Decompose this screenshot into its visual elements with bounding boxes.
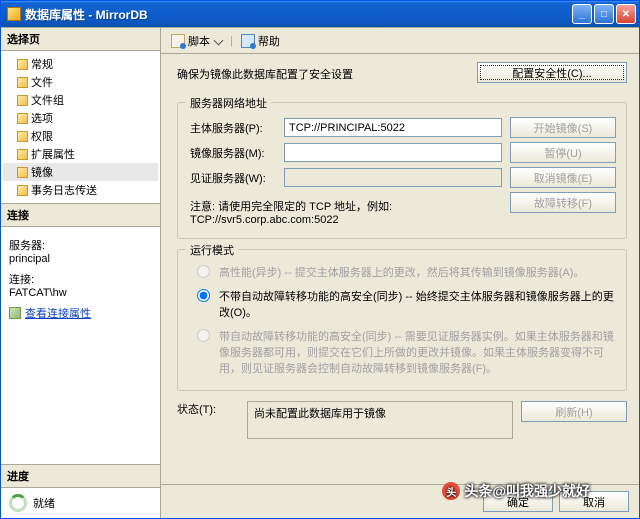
page-mirroring[interactable]: 镜像 xyxy=(3,163,158,181)
page-options[interactable]: 选项 xyxy=(3,109,158,127)
maximize-button[interactable]: □ xyxy=(594,4,614,24)
chevron-down-icon xyxy=(214,36,224,46)
watermark: 头头条@叫我强少就好 xyxy=(442,481,590,501)
content-area: 配置安全性(C)... 确保为镜像此数据库配置了安全设置 服务器网络地址 主体服… xyxy=(161,54,639,484)
titlebar[interactable]: 数据库属性 - MirrorDB _ □ ✕ xyxy=(1,1,639,27)
witness-input xyxy=(284,168,502,187)
page-files[interactable]: 文件 xyxy=(3,73,158,91)
select-page-header: 选择页 xyxy=(1,28,160,51)
app-icon xyxy=(7,7,21,21)
sidebar: 选择页 常规 文件 文件组 选项 权限 扩展属性 镜像 事务日志传送 连接 服务… xyxy=(1,28,161,518)
page-ext-props[interactable]: 扩展属性 xyxy=(3,145,158,163)
help-icon xyxy=(241,34,255,48)
address-note: 注意: 请使用完全限定的 TCP 地址，例如: TCP://svr5.corp.… xyxy=(190,198,502,226)
connection-header: 连接 xyxy=(1,204,160,227)
minimize-button[interactable]: _ xyxy=(572,4,592,24)
dialog-window: 数据库属性 - MirrorDB _ □ ✕ 选择页 常规 文件 文件组 选项 … xyxy=(0,0,640,519)
failover-button: 故障转移(F) xyxy=(510,192,616,213)
progress-ring-icon xyxy=(9,494,27,512)
server-value: principal xyxy=(9,253,152,265)
script-icon xyxy=(171,34,185,48)
principal-input[interactable] xyxy=(284,118,502,137)
page-log-shipping[interactable]: 事务日志传送 xyxy=(3,181,158,199)
connection-value: FATCAT\hw xyxy=(9,287,152,299)
principal-label: 主体服务器(P): xyxy=(190,120,276,136)
operating-mode-legend: 运行模式 xyxy=(186,242,238,258)
refresh-button: 刷新(H) xyxy=(521,401,627,422)
mirror-input[interactable] xyxy=(284,143,502,162)
page-general[interactable]: 常规 xyxy=(3,55,158,73)
connection-icon xyxy=(9,307,21,319)
status-label: 状态(T): xyxy=(177,401,239,417)
pause-button: 暂停(U) xyxy=(510,142,616,163)
mirror-label: 镜像服务器(M): xyxy=(190,145,276,161)
connection-label: 连接: xyxy=(9,271,152,287)
server-label: 服务器: xyxy=(9,237,152,253)
page-tree: 常规 文件 文件组 选项 权限 扩展属性 镜像 事务日志传送 xyxy=(1,51,160,203)
network-address-group: 服务器网络地址 主体服务器(P): 开始镜像(S) 镜像服务器(M): 暂停(U… xyxy=(177,102,627,239)
script-button[interactable]: 脚本 xyxy=(167,31,226,51)
page-filegroups[interactable]: 文件组 xyxy=(3,91,158,109)
watermark-icon: 头 xyxy=(442,482,460,500)
window-title: 数据库属性 - MirrorDB xyxy=(25,6,572,23)
witness-label: 见证服务器(W): xyxy=(190,170,276,186)
network-address-legend: 服务器网络地址 xyxy=(186,95,271,111)
page-permissions[interactable]: 权限 xyxy=(3,127,158,145)
close-button[interactable]: ✕ xyxy=(616,4,636,24)
mode-high-safety-no-failover[interactable]: 不带自动故障转移功能的高安全(同步) -- 始终提交主体服务器和镜像服务器上的更… xyxy=(190,284,616,324)
start-mirroring-button: 开始镜像(S) xyxy=(510,117,616,138)
remove-mirroring-button: 取消镜像(E) xyxy=(510,167,616,188)
help-button[interactable]: 帮助 xyxy=(237,31,284,51)
toolbar: 脚本 | 帮助 xyxy=(161,28,639,54)
mode-high-performance: 高性能(异步) -- 提交主体服务器上的更改，然后将其传输到镜像服务器(A)。 xyxy=(190,260,616,284)
view-connection-link[interactable]: 查看连接属性 xyxy=(9,305,91,321)
operating-mode-group: 运行模式 高性能(异步) -- 提交主体服务器上的更改，然后将其传输到镜像服务器… xyxy=(177,249,627,391)
progress-header: 进度 xyxy=(1,465,160,488)
progress-status: 就绪 xyxy=(33,495,55,511)
configure-security-button[interactable]: 配置安全性(C)... xyxy=(477,62,627,83)
status-value: 尚未配置此数据库用于镜像 xyxy=(247,401,513,439)
mode-high-safety-auto-failover: 带自动故障转移功能的高安全(同步) -- 需要见证服务器实例。如果主体服务器和镜… xyxy=(190,324,616,380)
